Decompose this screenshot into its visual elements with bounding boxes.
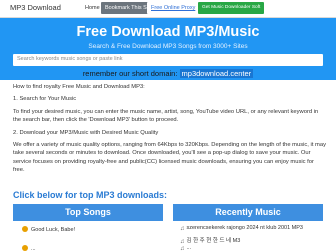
recent-music-header: Recently Music [173, 204, 323, 221]
article-step-1-text: To find your desired music, you can ente… [13, 108, 319, 124]
downloads-heading: Click below for top MP3 downloads: [13, 190, 168, 200]
music-note-icon: ♫ [180, 226, 185, 232]
hero-banner: Free Download MP3/Music Search & Free Do… [0, 18, 336, 80]
download-soft-button[interactable]: Get Music Downloader Soft [198, 2, 265, 14]
recent-music-title: ... [186, 245, 192, 251]
article-step-2-text: We offer a variety of music quality opti… [13, 142, 326, 174]
search-placeholder: Search keywords music songs or paste lin… [17, 56, 123, 62]
recent-music-title: szerencsekerek rajongo 2024 nt klub 2001… [186, 225, 304, 231]
brand-link[interactable]: MP3 Download [10, 3, 61, 12]
page-subtitle: Search & Free Download MP3 Songs from 30… [88, 43, 248, 50]
domain-link[interactable]: mp3download.center [179, 69, 254, 78]
recent-music-item[interactable]: ♫ 김 한 주 현 한 드 네 M3 [180, 236, 240, 245]
music-note-icon: ♫ [180, 246, 185, 252]
article-step-2-title: 2. Download your MP3/Music with Desired … [13, 129, 159, 136]
top-songs-header: Top Songs [13, 204, 163, 221]
top-song-title: ... [31, 246, 36, 252]
how-to-article: How to find royalty Free Music and Downl… [13, 83, 327, 179]
recent-music-item[interactable]: ♫ szerencsekerek rajongo 2024 nt klub 200… [180, 225, 303, 232]
top-song-item[interactable]: ... [22, 245, 36, 252]
domain-text: remember our short domain: [82, 69, 180, 78]
star-icon [22, 245, 28, 251]
recent-music-title: 김 한 주 현 한 드 네 M3 [186, 238, 241, 244]
top-song-item[interactable]: Good Luck, Babe! [22, 226, 75, 233]
article-intro: How to find royalty Free Music and Downl… [13, 84, 145, 90]
article-step-1-title: 1. Search for Your Music [13, 96, 77, 103]
proxy-link[interactable]: Free Online Proxy [147, 2, 200, 14]
top-song-title: Good Luck, Babe! [31, 227, 76, 233]
short-domain-note: remember our short domain: mp3download.c… [0, 69, 336, 78]
star-icon [22, 226, 28, 232]
top-navbar: MP3 Download Home Bookmark This Site Fre… [0, 0, 336, 18]
search-input[interactable]: Search keywords music songs or paste lin… [13, 54, 323, 66]
recent-music-item[interactable]: ♫... [180, 245, 191, 252]
page-title: Free Download MP3/Music [76, 24, 260, 40]
